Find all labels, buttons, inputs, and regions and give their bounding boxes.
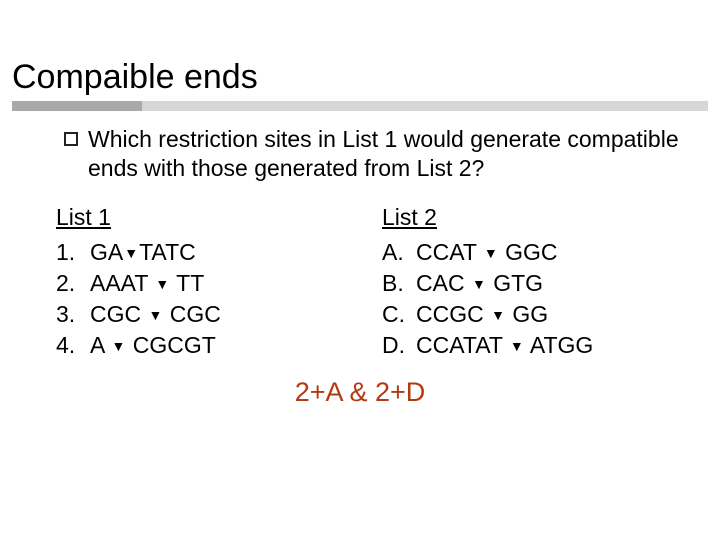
slide: Compaible ends Which restriction sites i… <box>0 0 720 540</box>
item-number: 2. <box>56 270 90 297</box>
list-1: List 1 1. GA▼TATC 2. AAAT ▼ TT 3. CGC ▼ … <box>56 204 368 363</box>
cut-mark-icon: ▼ <box>110 338 126 354</box>
seq-pre: CCATAT <box>416 332 509 358</box>
seq-pre: CCGC <box>416 301 490 327</box>
cut-mark-icon: ▼ <box>483 245 499 261</box>
list-item: A. CCAT ▼ GGC <box>382 239 694 266</box>
item-sequence: AAAT ▼ TT <box>90 270 204 297</box>
cut-mark-icon: ▼ <box>490 307 506 323</box>
item-number: A. <box>382 239 416 266</box>
question-text: Which restriction sites in List 1 would … <box>88 125 680 184</box>
seq-post: ATGG <box>525 332 594 358</box>
item-sequence: CAC ▼ GTG <box>416 270 543 297</box>
list-2: List 2 A. CCAT ▼ GGC B. CAC ▼ GTG C. CCG… <box>368 204 694 363</box>
item-number: C. <box>382 301 416 328</box>
lists-row: List 1 1. GA▼TATC 2. AAAT ▼ TT 3. CGC ▼ … <box>0 184 720 363</box>
item-sequence: CGC ▼ CGC <box>90 301 221 328</box>
seq-pre: CGC <box>90 301 148 327</box>
seq-pre: A <box>90 332 110 358</box>
title-rule <box>12 101 708 111</box>
item-sequence: CCATAT ▼ ATGG <box>416 332 593 359</box>
item-number: B. <box>382 270 416 297</box>
question-row: Which restriction sites in List 1 would … <box>64 125 680 184</box>
item-sequence: CCGC ▼ GG <box>416 301 548 328</box>
list-item: 1. GA▼TATC <box>56 239 368 266</box>
seq-post: GGC <box>499 239 558 265</box>
seq-pre: CCAT <box>416 239 483 265</box>
question-block: Which restriction sites in List 1 would … <box>0 111 720 184</box>
title-block: Compaible ends <box>0 0 720 111</box>
list-item: 2. AAAT ▼ TT <box>56 270 368 297</box>
seq-pre: CAC <box>416 270 471 296</box>
item-number: 3. <box>56 301 90 328</box>
item-sequence: GA▼TATC <box>90 239 196 266</box>
slide-title: Compaible ends <box>12 58 708 97</box>
cut-mark-icon: ▼ <box>123 245 139 261</box>
item-sequence: A ▼ CGCGT <box>90 332 216 359</box>
cut-mark-icon: ▼ <box>471 276 487 292</box>
cut-mark-icon: ▼ <box>148 307 164 323</box>
item-sequence: CCAT ▼ GGC <box>416 239 558 266</box>
item-number: 1. <box>56 239 90 266</box>
seq-post: GG <box>506 301 548 327</box>
list-item: 3. CGC ▼ CGC <box>56 301 368 328</box>
list-item: C. CCGC ▼ GG <box>382 301 694 328</box>
item-number: 4. <box>56 332 90 359</box>
list-item: 4. A ▼ CGCGT <box>56 332 368 359</box>
seq-post: TATC <box>139 239 196 265</box>
cut-mark-icon: ▼ <box>154 276 170 292</box>
seq-post: CGCGT <box>126 332 215 358</box>
seq-post: TT <box>170 270 204 296</box>
seq-pre: GA <box>90 239 123 265</box>
list-item: D. CCATAT ▼ ATGG <box>382 332 694 359</box>
list-2-heading: List 2 <box>382 204 694 231</box>
answer-text: 2+A & 2+D <box>0 363 720 408</box>
square-bullet-icon <box>64 132 78 146</box>
list-1-heading: List 1 <box>56 204 368 231</box>
cut-mark-icon: ▼ <box>509 338 525 354</box>
seq-post: CGC <box>163 301 221 327</box>
item-number: D. <box>382 332 416 359</box>
seq-pre: AAAT <box>90 270 154 296</box>
list-item: B. CAC ▼ GTG <box>382 270 694 297</box>
seq-post: GTG <box>487 270 543 296</box>
